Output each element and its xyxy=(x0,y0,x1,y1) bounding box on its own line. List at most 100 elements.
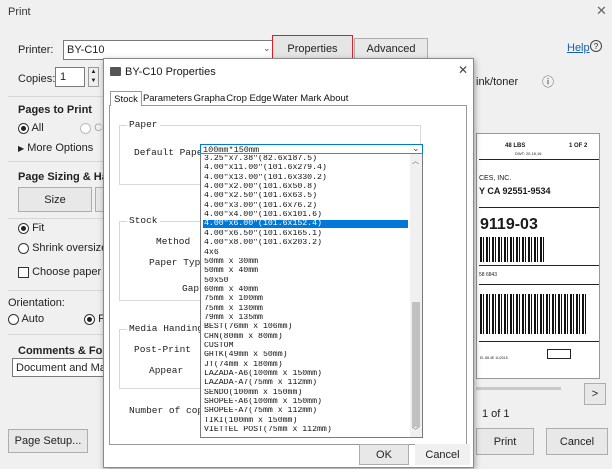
preview-city: Y CA 92551-9534 xyxy=(479,186,551,196)
preview-rule xyxy=(479,207,599,208)
props-cancel-label: Cancel xyxy=(425,448,460,461)
all-radio[interactable]: All xyxy=(18,122,44,134)
appear-label: Appear xyxy=(149,365,184,376)
printer-label: Printer: xyxy=(18,44,54,56)
paper-option[interactable]: 4.00"x8.00"(101.6x203.2) xyxy=(203,239,408,246)
paper-option[interactable]: LAZADA-A7(75mm x 112mm) xyxy=(203,379,408,386)
paper-option[interactable]: 50mm x 30mm xyxy=(203,258,408,265)
chevron-up-icon[interactable]: ︿ xyxy=(412,156,419,166)
paper-option[interactable]: 4.00"x4.00"(101.6x101.6) xyxy=(203,211,408,218)
chevron-down-icon[interactable]: ﹀ xyxy=(412,426,419,436)
preview-scrollbar[interactable] xyxy=(476,387,561,390)
tab-crop-edge[interactable]: Crop Edge xyxy=(226,91,272,106)
paper-option[interactable]: 50mm x 40mm xyxy=(203,267,408,274)
next-page-button[interactable]: > xyxy=(584,383,606,405)
paper-option[interactable]: 50x50 xyxy=(203,277,408,284)
tab-water-mark[interactable]: Water Mark xyxy=(272,91,322,106)
paper-size-dropdown-list[interactable]: 3.25"x7.38"(82.6x187.5) 4.00"x11.00"(101.… xyxy=(200,153,423,438)
properties-title: BY-C10 Properties xyxy=(125,66,216,78)
preview-ref: 58 6843 xyxy=(479,272,498,278)
ink-toner-label: ink/toner xyxy=(476,76,519,88)
fit-label: Fit xyxy=(32,222,45,234)
list-scrollbar[interactable]: ︿ ﹀ xyxy=(410,154,422,437)
paper-option[interactable]: 4.00"x2.00"(101.6x50.8) xyxy=(203,183,408,190)
radio-icon xyxy=(18,122,29,134)
comments-forms-select[interactable]: Document and Mark xyxy=(12,358,115,377)
scrollbar-thumb[interactable] xyxy=(412,302,420,427)
paper-option[interactable]: 3.25"x7.38"(82.6x187.5) xyxy=(203,155,408,162)
printer-value: BY-C10 xyxy=(67,44,105,56)
close-icon[interactable]: ✕ xyxy=(596,3,607,19)
tab-parameters[interactable]: Parameters xyxy=(142,91,193,106)
page-setup-button[interactable]: Page Setup... xyxy=(8,429,88,453)
print-button[interactable]: Print xyxy=(476,428,534,455)
ok-button-label: OK xyxy=(376,448,392,461)
divider xyxy=(8,334,104,335)
paper-option[interactable]: 4.00"x6.00"(101.6x152.4) xyxy=(203,220,408,228)
comments-forms-value: Document and Mark xyxy=(16,362,116,374)
tab-about[interactable]: About xyxy=(322,91,350,106)
copies-value: 1 xyxy=(60,71,67,83)
checkbox-icon xyxy=(18,266,29,278)
post-print-label: Post-Print xyxy=(134,344,192,355)
media-group-label: Media Handing xyxy=(127,323,206,334)
props-cancel-button[interactable]: Cancel xyxy=(415,444,470,465)
paper-option[interactable]: SHOPEE-A7(75mm x 112mm) xyxy=(203,407,408,414)
copies-spinner[interactable]: ▲ ▼ xyxy=(88,67,99,87)
paper-option[interactable]: SHOPEE-A6(100mm x 150mm) xyxy=(203,398,408,405)
divider xyxy=(8,290,104,291)
help-link[interactable]: Help xyxy=(567,42,590,54)
printer-icon xyxy=(110,67,121,76)
auto-orientation-label: Auto xyxy=(21,313,45,325)
paper-option[interactable]: GHTK(49mm x 50mm) xyxy=(203,351,408,358)
size-button[interactable]: Size xyxy=(18,187,92,212)
info-icon[interactable]: ⓘ xyxy=(542,73,554,90)
all-radio-label: All xyxy=(31,122,44,134)
paper-option[interactable]: 4.00"x6.50"(101.6x165.1) xyxy=(203,230,408,237)
chevron-down-icon: ⌄ xyxy=(263,43,271,53)
help-icon[interactable]: ? xyxy=(590,40,602,52)
preview-tracking: 9119-03 xyxy=(480,216,538,233)
printer-select[interactable]: BY-C10 ⌄ xyxy=(63,40,275,60)
fit-radio[interactable]: Fit xyxy=(18,222,44,234)
tab-stock[interactable]: Stock xyxy=(110,91,142,106)
paper-option[interactable]: 4.00"x3.00"(101.6x76.2) xyxy=(203,202,408,209)
more-options-label: More Options xyxy=(27,142,94,154)
paper-option[interactable]: BEST(76mm x 106mm) xyxy=(203,323,408,330)
paper-option[interactable]: CUSTOM xyxy=(203,342,408,349)
close-icon[interactable]: ✕ xyxy=(458,63,468,77)
paper-option[interactable]: VIETTEL POST(75mm x 112mm) xyxy=(203,426,408,433)
radio-icon xyxy=(18,242,29,254)
ok-button[interactable]: OK xyxy=(359,444,409,465)
preview-rule xyxy=(479,265,599,266)
more-options-toggle[interactable]: ▶ More Options xyxy=(18,142,93,154)
preview-dwt: DWT: 20,18,16 xyxy=(515,151,542,156)
pages-to-print-heading: Pages to Print xyxy=(18,104,92,116)
radio-icon xyxy=(80,122,91,134)
paper-option[interactable]: TIKI(100mm x 150mm) xyxy=(203,417,408,424)
paper-option[interactable]: 4.00"x2.50"(101.6x63.5) xyxy=(203,192,408,199)
copies-label: Copies: xyxy=(18,73,56,85)
stock-group-label: Stock xyxy=(127,215,160,226)
paper-option[interactable]: JT(74mm x 180mm) xyxy=(203,361,408,368)
paper-option[interactable]: 60mm x 40mm xyxy=(203,286,408,293)
paper-option[interactable]: 4.00"x13.00"(101.6x330.2) xyxy=(203,174,408,181)
advanced-button-label: Advanced xyxy=(366,43,416,55)
auto-orientation-radio[interactable]: Auto xyxy=(8,313,44,325)
paper-option[interactable]: CHN(80mm x 80mm) xyxy=(203,333,408,340)
preview-rule xyxy=(479,341,599,342)
paper-option[interactable]: 4x6 xyxy=(203,249,408,256)
paper-option[interactable]: SENDO(100mm x 150mm) xyxy=(203,389,408,396)
paper-option[interactable]: 75mm x 100mm xyxy=(203,295,408,302)
paper-option[interactable]: 4.00"x11.00"(101.6x279.4) xyxy=(203,164,408,171)
paper-option[interactable]: LAZADA-A6(100mm x 150mm) xyxy=(203,370,408,377)
paper-option[interactable]: 75mm x 130mm xyxy=(203,305,408,312)
paper-option[interactable]: 79mm x 135mm xyxy=(203,314,408,321)
size-button-label: Size xyxy=(44,193,66,206)
tab-grapha[interactable]: Grapha xyxy=(193,91,226,106)
copies-input[interactable]: 1 xyxy=(55,67,85,87)
gap-label: Gap xyxy=(182,283,200,294)
print-preview: 48 LBS 1 OF 2 DWT: 20,18,16 CES, INC. Y … xyxy=(476,133,600,379)
advanced-button[interactable]: Advanced xyxy=(354,38,428,60)
cancel-button[interactable]: Cancel xyxy=(546,428,608,455)
